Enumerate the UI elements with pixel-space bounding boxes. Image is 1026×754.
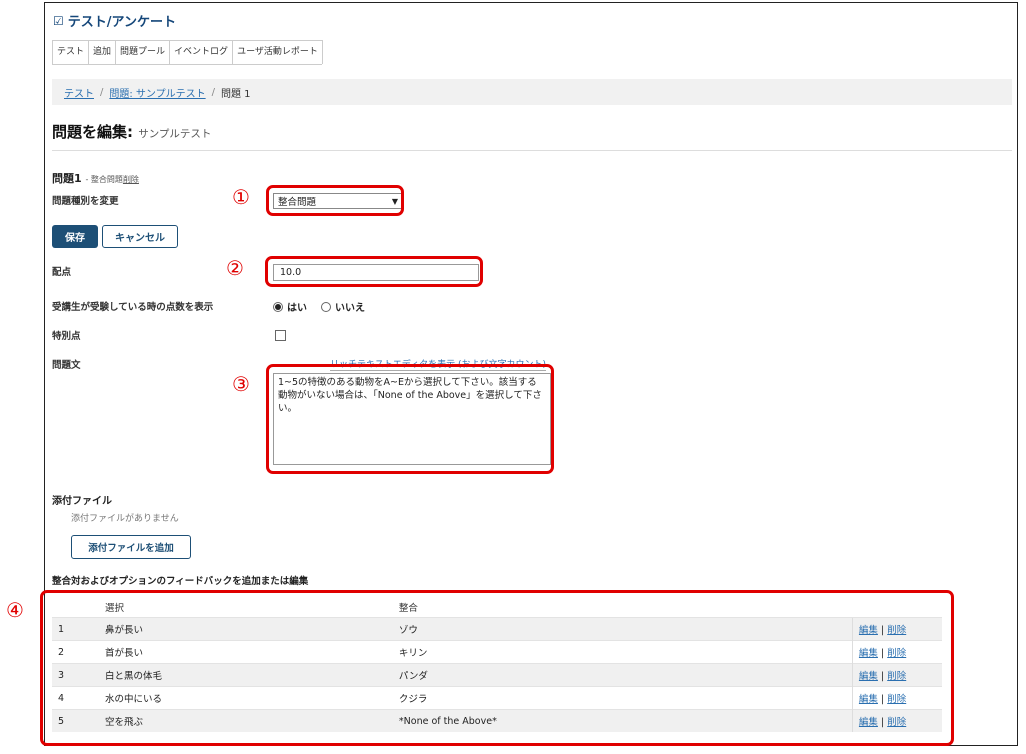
breadcrumb-separator: / xyxy=(100,86,104,98)
table-row: 4 水の中にいる クジラ 編集 | 削除 xyxy=(52,686,942,710)
radio-no[interactable] xyxy=(321,301,331,312)
radio-yes[interactable] xyxy=(273,301,283,312)
edit-link[interactable]: 編集 xyxy=(859,671,878,682)
row-choice: 空を飛ぶ xyxy=(98,709,393,732)
col-choice-header: 選択 xyxy=(104,603,124,614)
rich-text-editor-link[interactable]: リッチテキストエディタを表示 (および文字カウント) xyxy=(330,357,546,371)
save-button[interactable]: 保存 xyxy=(52,225,98,248)
tab-test[interactable]: テスト xyxy=(52,40,90,64)
delete-link[interactable]: 削除 xyxy=(887,694,906,705)
edit-link[interactable]: 編集 xyxy=(859,717,878,728)
action-divider: | xyxy=(880,694,885,705)
delete-link[interactable]: 削除 xyxy=(887,625,906,636)
radio-yes-label: はい xyxy=(287,303,307,314)
row-match: *None of the Above* xyxy=(392,709,853,732)
table-header-row: 選択 整合 xyxy=(52,597,942,618)
edit-link[interactable]: 編集 xyxy=(859,625,878,636)
question-text-area[interactable]: 1~5の特徴のある動物をA~Eから選択して下さい。該当する動物がいない場合は、「… xyxy=(273,373,551,465)
question-type-label: 問題種別を変更 xyxy=(52,196,119,207)
radio-no-label: いいえ xyxy=(335,303,365,314)
page-frame: ☑ テスト/アンケート テスト 追加 問題プール イベントログ ユーザ活動レポー… xyxy=(44,2,1018,746)
divider xyxy=(52,150,1012,151)
col-match-header: 整合 xyxy=(398,603,418,614)
row-choice: 首が長い xyxy=(98,640,393,664)
points-input[interactable]: 10.0 xyxy=(273,264,479,281)
no-attachments-text: 添付ファイルがありません xyxy=(71,514,179,524)
question-type-select[interactable]: 整合問題 ▼ xyxy=(273,193,403,209)
annotation-marker-1: ① xyxy=(232,185,250,209)
question-text-label: 問題文 xyxy=(52,360,81,371)
row-num: 3 xyxy=(52,663,99,687)
table-row: 1 鼻が長い ゾウ 編集 | 削除 xyxy=(52,617,942,641)
question-type-value: 整合問題 xyxy=(278,197,317,208)
action-divider: | xyxy=(880,671,885,682)
edit-link[interactable]: 編集 xyxy=(859,648,878,659)
col-num-header xyxy=(52,597,99,618)
row-num: 1 xyxy=(52,617,99,641)
page-title: 問題を編集: サンプルテスト xyxy=(52,121,211,142)
table-row: 5 空を飛ぶ *None of the Above* 編集 | 削除 xyxy=(52,709,942,732)
question-heading: 問題1 - 整合問題削除 xyxy=(52,170,139,186)
cancel-button[interactable]: キャンセル xyxy=(102,225,178,248)
row-actions: 編集 | 削除 xyxy=(851,617,942,641)
tab-user-activity[interactable]: ユーザ活動レポート xyxy=(232,40,323,64)
row-num: 5 xyxy=(52,709,99,732)
add-attachment-button[interactable]: 添付ファイルを追加 xyxy=(71,535,191,559)
annotation-marker-4: ④ xyxy=(6,598,24,622)
breadcrumb-separator: / xyxy=(211,86,215,98)
breadcrumb-sample-test-link[interactable]: 問題: サンプルテスト xyxy=(109,85,205,100)
row-choice: 白と黒の体毛 xyxy=(98,663,393,687)
delete-question-link[interactable]: 削除 xyxy=(123,175,139,184)
tab-question-pool[interactable]: 問題プール xyxy=(115,40,171,64)
row-actions: 編集 | 削除 xyxy=(851,709,942,732)
table-row: 3 白と黒の体毛 パンダ 編集 | 削除 xyxy=(52,663,942,687)
breadcrumb-test-link[interactable]: テスト xyxy=(64,85,94,100)
row-choice: 鼻が長い xyxy=(98,617,393,641)
row-match: クジラ xyxy=(392,686,853,710)
action-divider: | xyxy=(880,625,885,636)
row-actions: 編集 | 削除 xyxy=(851,640,942,664)
page-title-main: 問題を編集: xyxy=(52,123,133,141)
breadcrumb: テスト / 問題: サンプルテスト / 問題 1 xyxy=(52,79,1012,105)
col-actions-header xyxy=(852,597,942,618)
dropdown-arrow-icon: ▼ xyxy=(391,196,399,206)
tab-bar: テスト 追加 問題プール イベントログ ユーザ活動レポート xyxy=(52,40,323,65)
extra-credit-checkbox[interactable] xyxy=(275,330,286,341)
question-number: 問題1 xyxy=(52,172,82,185)
edit-link[interactable]: 編集 xyxy=(859,694,878,705)
page-title-sub: サンプルテスト xyxy=(138,128,212,140)
delete-link[interactable]: 削除 xyxy=(887,717,906,728)
pairs-label: 整合対およびオプションのフィードバックを追加または編集 xyxy=(52,576,309,587)
row-actions: 編集 | 削除 xyxy=(851,663,942,687)
tab-add[interactable]: 追加 xyxy=(88,40,117,64)
tool-title-text: テスト/アンケート xyxy=(67,15,176,30)
row-match: ゾウ xyxy=(392,617,853,641)
delete-link[interactable]: 削除 xyxy=(887,671,906,682)
row-actions: 編集 | 削除 xyxy=(851,686,942,710)
row-choice: 水の中にいる xyxy=(98,686,393,710)
annotation-marker-3: ③ xyxy=(232,372,250,396)
points-label: 配点 xyxy=(52,267,72,278)
attachments-label: 添付ファイル xyxy=(52,496,112,507)
action-divider: | xyxy=(880,648,885,659)
checkbox-icon: ☑ xyxy=(53,13,64,28)
row-num: 4 xyxy=(52,686,99,710)
pairs-table: 選択 整合 1 鼻が長い ゾウ 編集 | 削除 2 首が長い キリン 編集 | … xyxy=(52,597,942,732)
action-divider: | xyxy=(880,717,885,728)
row-match: パンダ xyxy=(392,663,853,687)
row-num: 2 xyxy=(52,640,99,664)
breadcrumb-current: 問題 1 xyxy=(221,88,251,100)
tool-title: ☑ テスト/アンケート xyxy=(53,11,176,31)
delete-link[interactable]: 削除 xyxy=(887,648,906,659)
question-type-meta: - 整合問題 xyxy=(85,175,123,184)
extra-credit-label: 特別点 xyxy=(52,331,81,342)
annotation-marker-2: ② xyxy=(226,256,244,280)
show-points-radio-group: はい いいえ xyxy=(273,299,365,314)
table-row: 2 首が長い キリン 編集 | 削除 xyxy=(52,640,942,664)
show-points-label: 受講生が受験している時の点数を表示 xyxy=(52,302,214,313)
row-match: キリン xyxy=(392,640,853,664)
tab-event-log[interactable]: イベントログ xyxy=(169,40,234,64)
